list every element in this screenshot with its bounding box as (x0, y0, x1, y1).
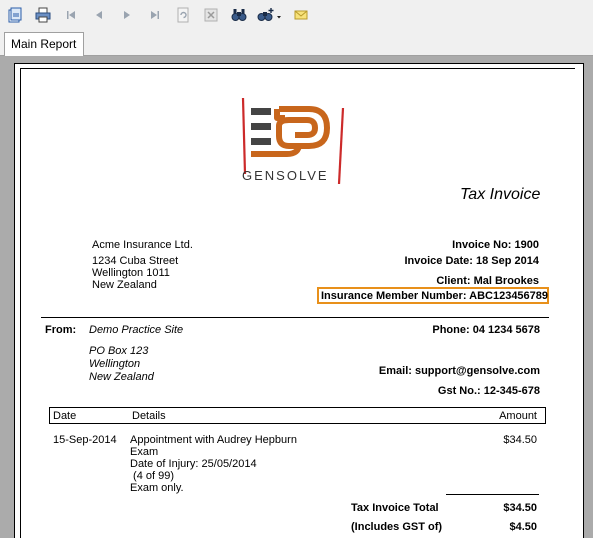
from-label: From: (45, 324, 77, 336)
refresh-icon[interactable] (174, 6, 192, 24)
from-address-line2: Wellington (89, 358, 141, 370)
total-label: Tax Invoice Total (351, 502, 439, 514)
gst-number: Gst No.: 12-345-678 (437, 385, 540, 397)
row-details-line1: Appointment with Audrey Hepburn (130, 434, 297, 446)
table-header (49, 407, 546, 424)
column-header-date: Date (53, 410, 77, 422)
tab-main-report[interactable]: Main Report (4, 32, 84, 57)
totals-divider (446, 494, 539, 495)
divider (41, 317, 549, 318)
recipient-city: Wellington 1011 (92, 267, 170, 279)
invoice-number: Invoice No: 1900 (452, 239, 539, 251)
first-page-icon[interactable] (62, 6, 80, 24)
tabstrip: Main Report (0, 30, 593, 57)
client-name: Client: Mal Brookes (436, 275, 539, 287)
email-icon[interactable] (292, 6, 310, 24)
report-page: GENSOLVE Tax Invoice Acme Insurance Ltd.… (20, 68, 575, 538)
logo-wordmark: GENSOLVE (242, 168, 329, 183)
phone: Phone: 04 1234 5678 (432, 324, 540, 336)
row-details-line4: (4 of 99) (130, 470, 175, 482)
toolbar (0, 0, 593, 30)
print-icon[interactable] (34, 6, 52, 24)
search-icon[interactable] (230, 6, 248, 24)
email: Email: support@gensolve.com (378, 365, 540, 377)
last-page-icon[interactable] (146, 6, 164, 24)
gst-value: $4.50 (509, 521, 537, 533)
row-details-line5: Exam only. (130, 482, 184, 494)
row-details-line2: Exam (130, 446, 159, 458)
recipient-country: New Zealand (92, 279, 157, 291)
row-date: 15-Sep-2014 (53, 434, 117, 446)
recipient-name: Acme Insurance Ltd. (92, 239, 193, 251)
next-page-icon[interactable] (118, 6, 136, 24)
insurance-member-number: Insurance Member Number: ABC123456789 (321, 290, 549, 302)
gst-label: (Includes GST of) (351, 521, 443, 533)
row-details-line3: Date of Injury: 25/05/2014 (130, 458, 257, 470)
export-icon[interactable] (6, 6, 24, 24)
from-address-line1: PO Box 123 (89, 345, 149, 357)
from-address-line3: New Zealand (89, 371, 154, 383)
total-value: $34.50 (503, 502, 537, 514)
column-header-details: Details (132, 410, 166, 422)
from-name: Demo Practice Site (89, 324, 184, 336)
recipient-street: 1234 Cuba Street (92, 255, 179, 267)
prev-page-icon[interactable] (90, 6, 108, 24)
document-title: Tax Invoice (460, 186, 541, 203)
stop-icon[interactable] (202, 6, 220, 24)
zoom-icon[interactable] (256, 6, 284, 24)
row-amount: $34.50 (503, 434, 537, 446)
invoice-date: Invoice Date: 18 Sep 2014 (404, 255, 539, 267)
column-header-amount: Amount (499, 410, 537, 422)
